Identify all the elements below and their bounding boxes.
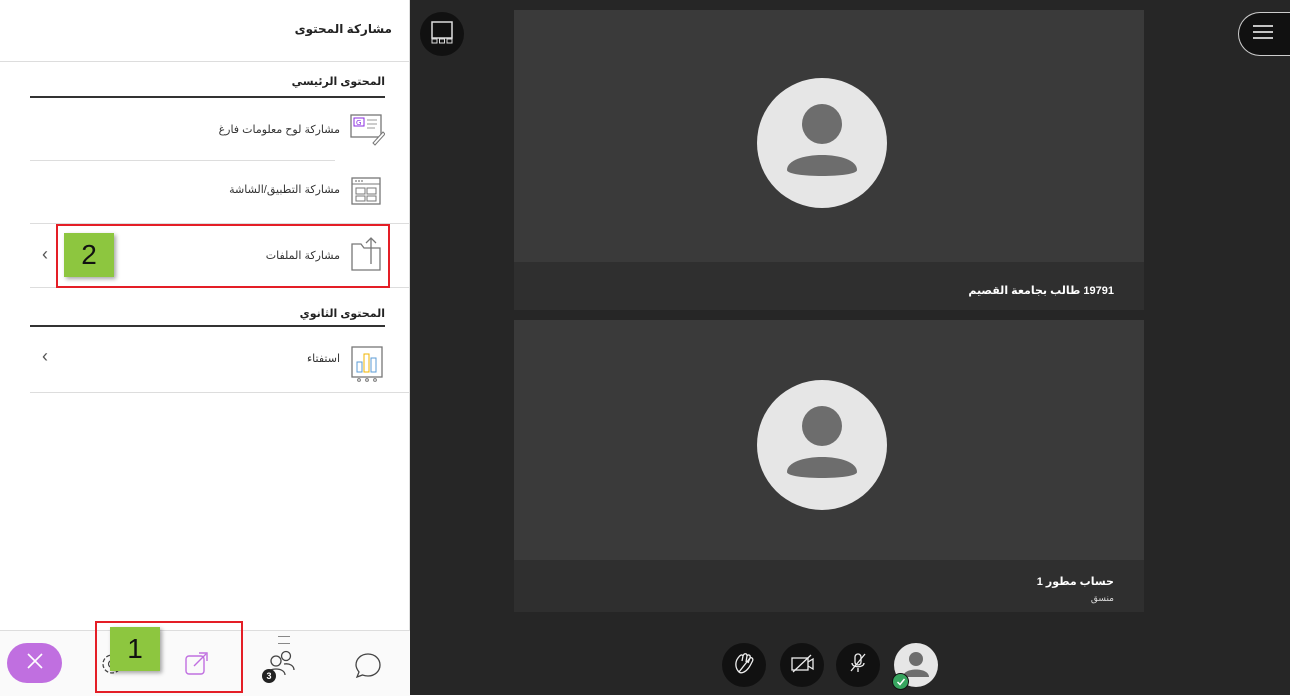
camera-off-icon: [789, 650, 815, 681]
microphone-off-icon: [845, 650, 871, 681]
participant-video-tile[interactable]: 19791 طالب بجامعة القصيم: [514, 10, 1144, 310]
poll-item[interactable]: استفتاء ‹: [30, 330, 385, 388]
poll-chart-icon: [349, 342, 385, 382]
tile-name-bar: حساب مطور 1 منسق: [514, 560, 1144, 612]
chat-icon: [353, 653, 383, 684]
video-stage: 19791 طالب بجامعة القصيم حساب مطور 1 منس…: [410, 0, 1290, 695]
close-panel-button[interactable]: [7, 643, 62, 683]
participants-button[interactable]: 3: [262, 647, 300, 687]
layout-toggle-button[interactable]: [420, 12, 464, 56]
panel-header: مشاركة المحتوى: [0, 0, 410, 62]
step-1-badge: 1: [110, 627, 160, 671]
drag-handle[interactable]: [278, 636, 290, 644]
participant-name: حساب مطور 1: [1036, 576, 1114, 588]
primary-content-rule: [30, 96, 385, 98]
whiteboard-icon: G: [349, 112, 386, 146]
panel-title: مشاركة المحتوى: [294, 22, 392, 36]
share-whiteboard-item[interactable]: G مشاركة لوح معلومات فارغ: [30, 100, 386, 158]
layout-icon: [429, 19, 455, 50]
close-icon: [25, 651, 45, 676]
status-check-icon: [892, 673, 909, 690]
divider: [30, 392, 410, 393]
tile-name-bar: 19791 طالب بجامعة القصيم: [514, 262, 1144, 310]
share-whiteboard-label: مشاركة لوح معلومات فارغ: [218, 124, 340, 136]
share-application-label: مشاركة التطبيق/الشاشة: [229, 184, 340, 196]
hamburger-menu-icon: [1252, 24, 1274, 45]
secondary-content-heading: المحتوى الثانوي: [299, 308, 385, 320]
primary-content-heading: المحتوى الرئيسي: [291, 76, 385, 88]
participants-count-badge: 3: [262, 669, 276, 683]
avatar: [757, 78, 887, 208]
raise-hand-button[interactable]: [722, 643, 766, 687]
chevron-left-icon: ‹: [42, 346, 48, 366]
content-sharing-panel: مشاركة المحتوى المحتوى الرئيسي G مشاركة …: [0, 0, 410, 696]
secondary-content-rule: [30, 325, 385, 327]
session-menu-button[interactable]: [1238, 12, 1290, 56]
participant-video-tile[interactable]: حساب مطور 1 منسق: [514, 320, 1144, 612]
step-2-badge: 2: [64, 233, 114, 277]
my-status-button[interactable]: [892, 643, 940, 691]
application-window-icon: [349, 174, 385, 208]
camera-toggle-button[interactable]: [780, 643, 824, 687]
microphone-toggle-button[interactable]: [836, 643, 880, 687]
chevron-left-icon: ‹: [42, 244, 48, 264]
svg-text:G: G: [356, 119, 361, 127]
divider: [30, 160, 335, 161]
chat-button[interactable]: [353, 650, 383, 680]
poll-label: استفتاء: [307, 353, 340, 365]
participant-name: 19791 طالب بجامعة القصيم: [968, 285, 1114, 297]
share-application-item[interactable]: مشاركة التطبيق/الشاشة: [30, 162, 385, 220]
raise-hand-icon: [731, 650, 757, 681]
participant-role: منسق: [1090, 593, 1114, 603]
avatar: [757, 380, 887, 510]
